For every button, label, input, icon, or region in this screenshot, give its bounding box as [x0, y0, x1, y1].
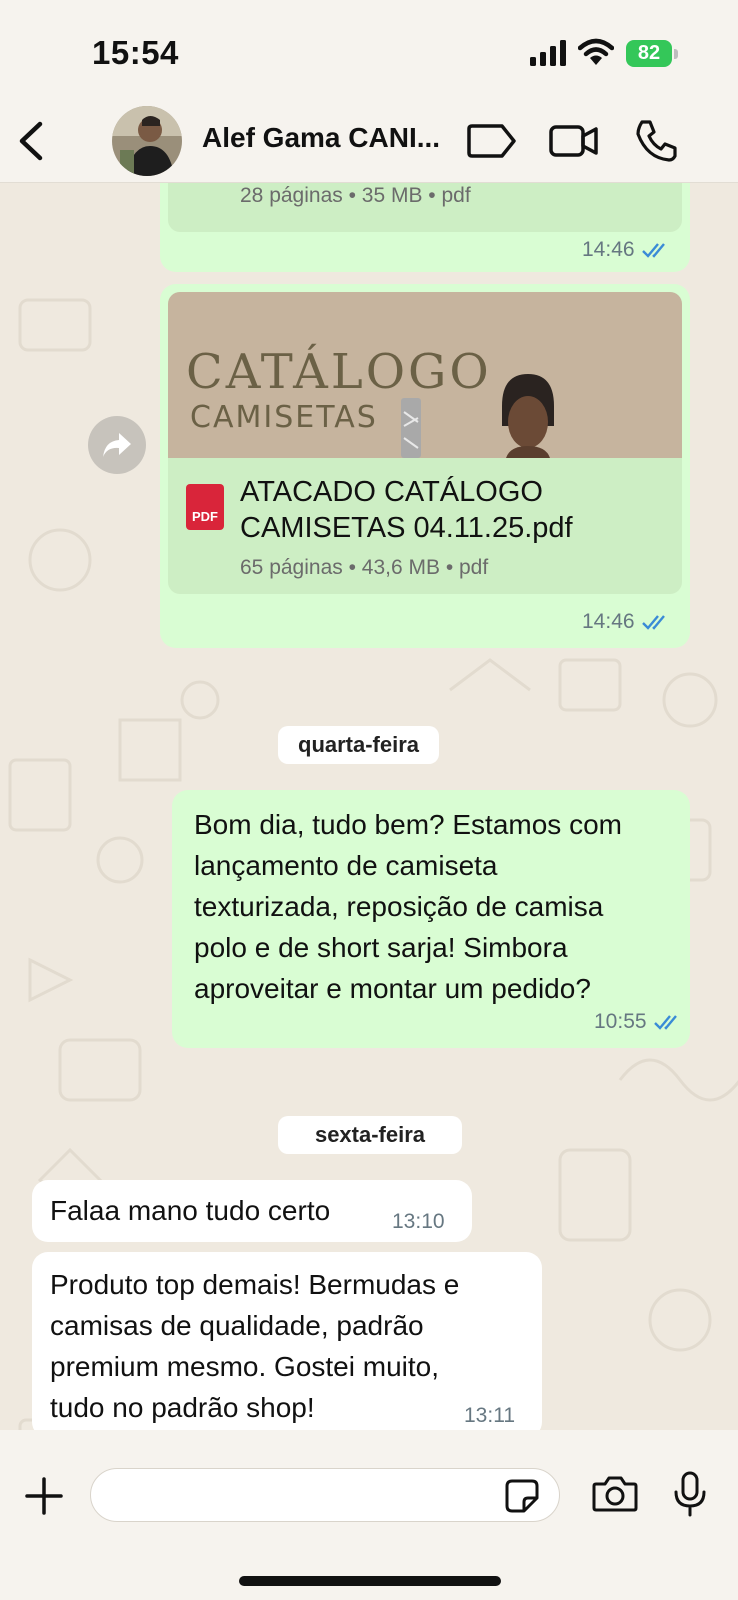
message-line: aproveitar e montar um pedido?: [194, 973, 591, 1004]
message-line: texturizada, reposição de camisa: [194, 891, 604, 922]
outgoing-message[interactable]: Bom dia, tudo bem? Estamos com lançament…: [172, 790, 690, 1048]
message-time: 13:11: [464, 1404, 515, 1427]
double-check-icon: [641, 243, 665, 258]
message-meta: 14:46: [582, 238, 671, 262]
chat-header: Alef Gama CANI...: [0, 100, 738, 183]
message-line: Produto top demais! Bermudas e: [50, 1269, 460, 1300]
pdf-badge-label: PDF: [192, 509, 218, 524]
document-message[interactable]: CATÁLOGO CAMISETAS PDF ATACADO CATÁLOGO …: [160, 284, 690, 648]
plus-icon[interactable]: [24, 1476, 64, 1516]
status-bar: 15:54 82: [0, 0, 738, 100]
preview-subtitle: CAMISETAS: [190, 400, 378, 435]
message-time: 13:10: [392, 1210, 445, 1233]
phone-icon[interactable]: [630, 118, 682, 164]
incoming-message[interactable]: Produto top demais! Bermudas e camisas d…: [32, 1252, 542, 1438]
model-photo: [502, 374, 554, 458]
label-tag-icon[interactable]: [466, 118, 518, 164]
camera-icon[interactable]: [592, 1474, 638, 1514]
status-time: 15:54: [92, 34, 179, 71]
video-camera-icon[interactable]: [548, 118, 600, 164]
message-line: tudo no padrão shop!: [50, 1392, 315, 1423]
pdf-file-icon: PDF: [186, 484, 224, 530]
composer-bar: [0, 1430, 738, 1600]
message-time: 14:46: [582, 238, 635, 261]
cellular-signal-icon: [530, 40, 566, 66]
microphone-icon[interactable]: [672, 1470, 708, 1518]
battery-cap: [674, 49, 678, 59]
forward-arrow-icon: [103, 433, 131, 457]
date-separator: sexta-feira: [278, 1116, 462, 1154]
message-time: 14:46: [582, 610, 635, 633]
bottle-image: [401, 398, 421, 458]
battery-indicator: 82: [626, 40, 672, 67]
document-meta: 28 páginas • 35 MB • pdf: [240, 184, 471, 207]
document-filename-line: CAMISETAS 04.11.25.pdf: [240, 512, 573, 544]
message-line: lançamento de camiseta: [194, 850, 498, 881]
double-check-icon: [653, 1015, 677, 1030]
message-line: camisas de qualidade, padrão: [50, 1310, 424, 1341]
message-line: Bom dia, tudo bem? Estamos com: [194, 809, 622, 840]
contact-name[interactable]: Alef Gama CANI...: [202, 122, 440, 154]
message-line: polo e de short sarja! Simbora: [194, 932, 568, 963]
incoming-message[interactable]: Falaa mano tudo certo 13:10: [32, 1180, 472, 1242]
chevron-left-icon[interactable]: [12, 118, 52, 164]
forward-button[interactable]: [88, 416, 146, 474]
message-meta: 14:46: [582, 610, 671, 634]
document-card[interactable]: CATÁLOGO CAMISETAS PDF ATACADO CATÁLOGO …: [168, 292, 682, 594]
message-text: Bom dia, tudo bem? Estamos com lançament…: [194, 804, 622, 1009]
message-text: Falaa mano tudo certo: [50, 1195, 331, 1226]
message-meta: 10:55: [594, 1010, 683, 1034]
document-filename-line: ATACADO CATÁLOGO: [240, 476, 543, 508]
message-line: premium mesmo. Gostei muito,: [50, 1351, 439, 1382]
date-separator: quarta-feira: [278, 726, 440, 764]
message-input[interactable]: [90, 1468, 560, 1522]
preview-title: CATÁLOGO: [186, 344, 492, 400]
document-preview: CATÁLOGO CAMISETAS: [168, 292, 682, 458]
message-text: Produto top demais! Bermudas e camisas d…: [50, 1264, 459, 1428]
avatar[interactable]: [112, 106, 182, 176]
message-time: 10:55: [594, 1010, 647, 1033]
sticker-icon[interactable]: [504, 1478, 540, 1514]
double-check-icon: [641, 615, 665, 630]
document-meta: 65 páginas • 43,6 MB • pdf: [240, 556, 489, 579]
document-filename: ATACADO CATÁLOGO CAMISETAS 04.11.25.pdf: [240, 474, 573, 546]
wifi-icon: [578, 38, 614, 65]
home-indicator: [239, 1576, 501, 1586]
